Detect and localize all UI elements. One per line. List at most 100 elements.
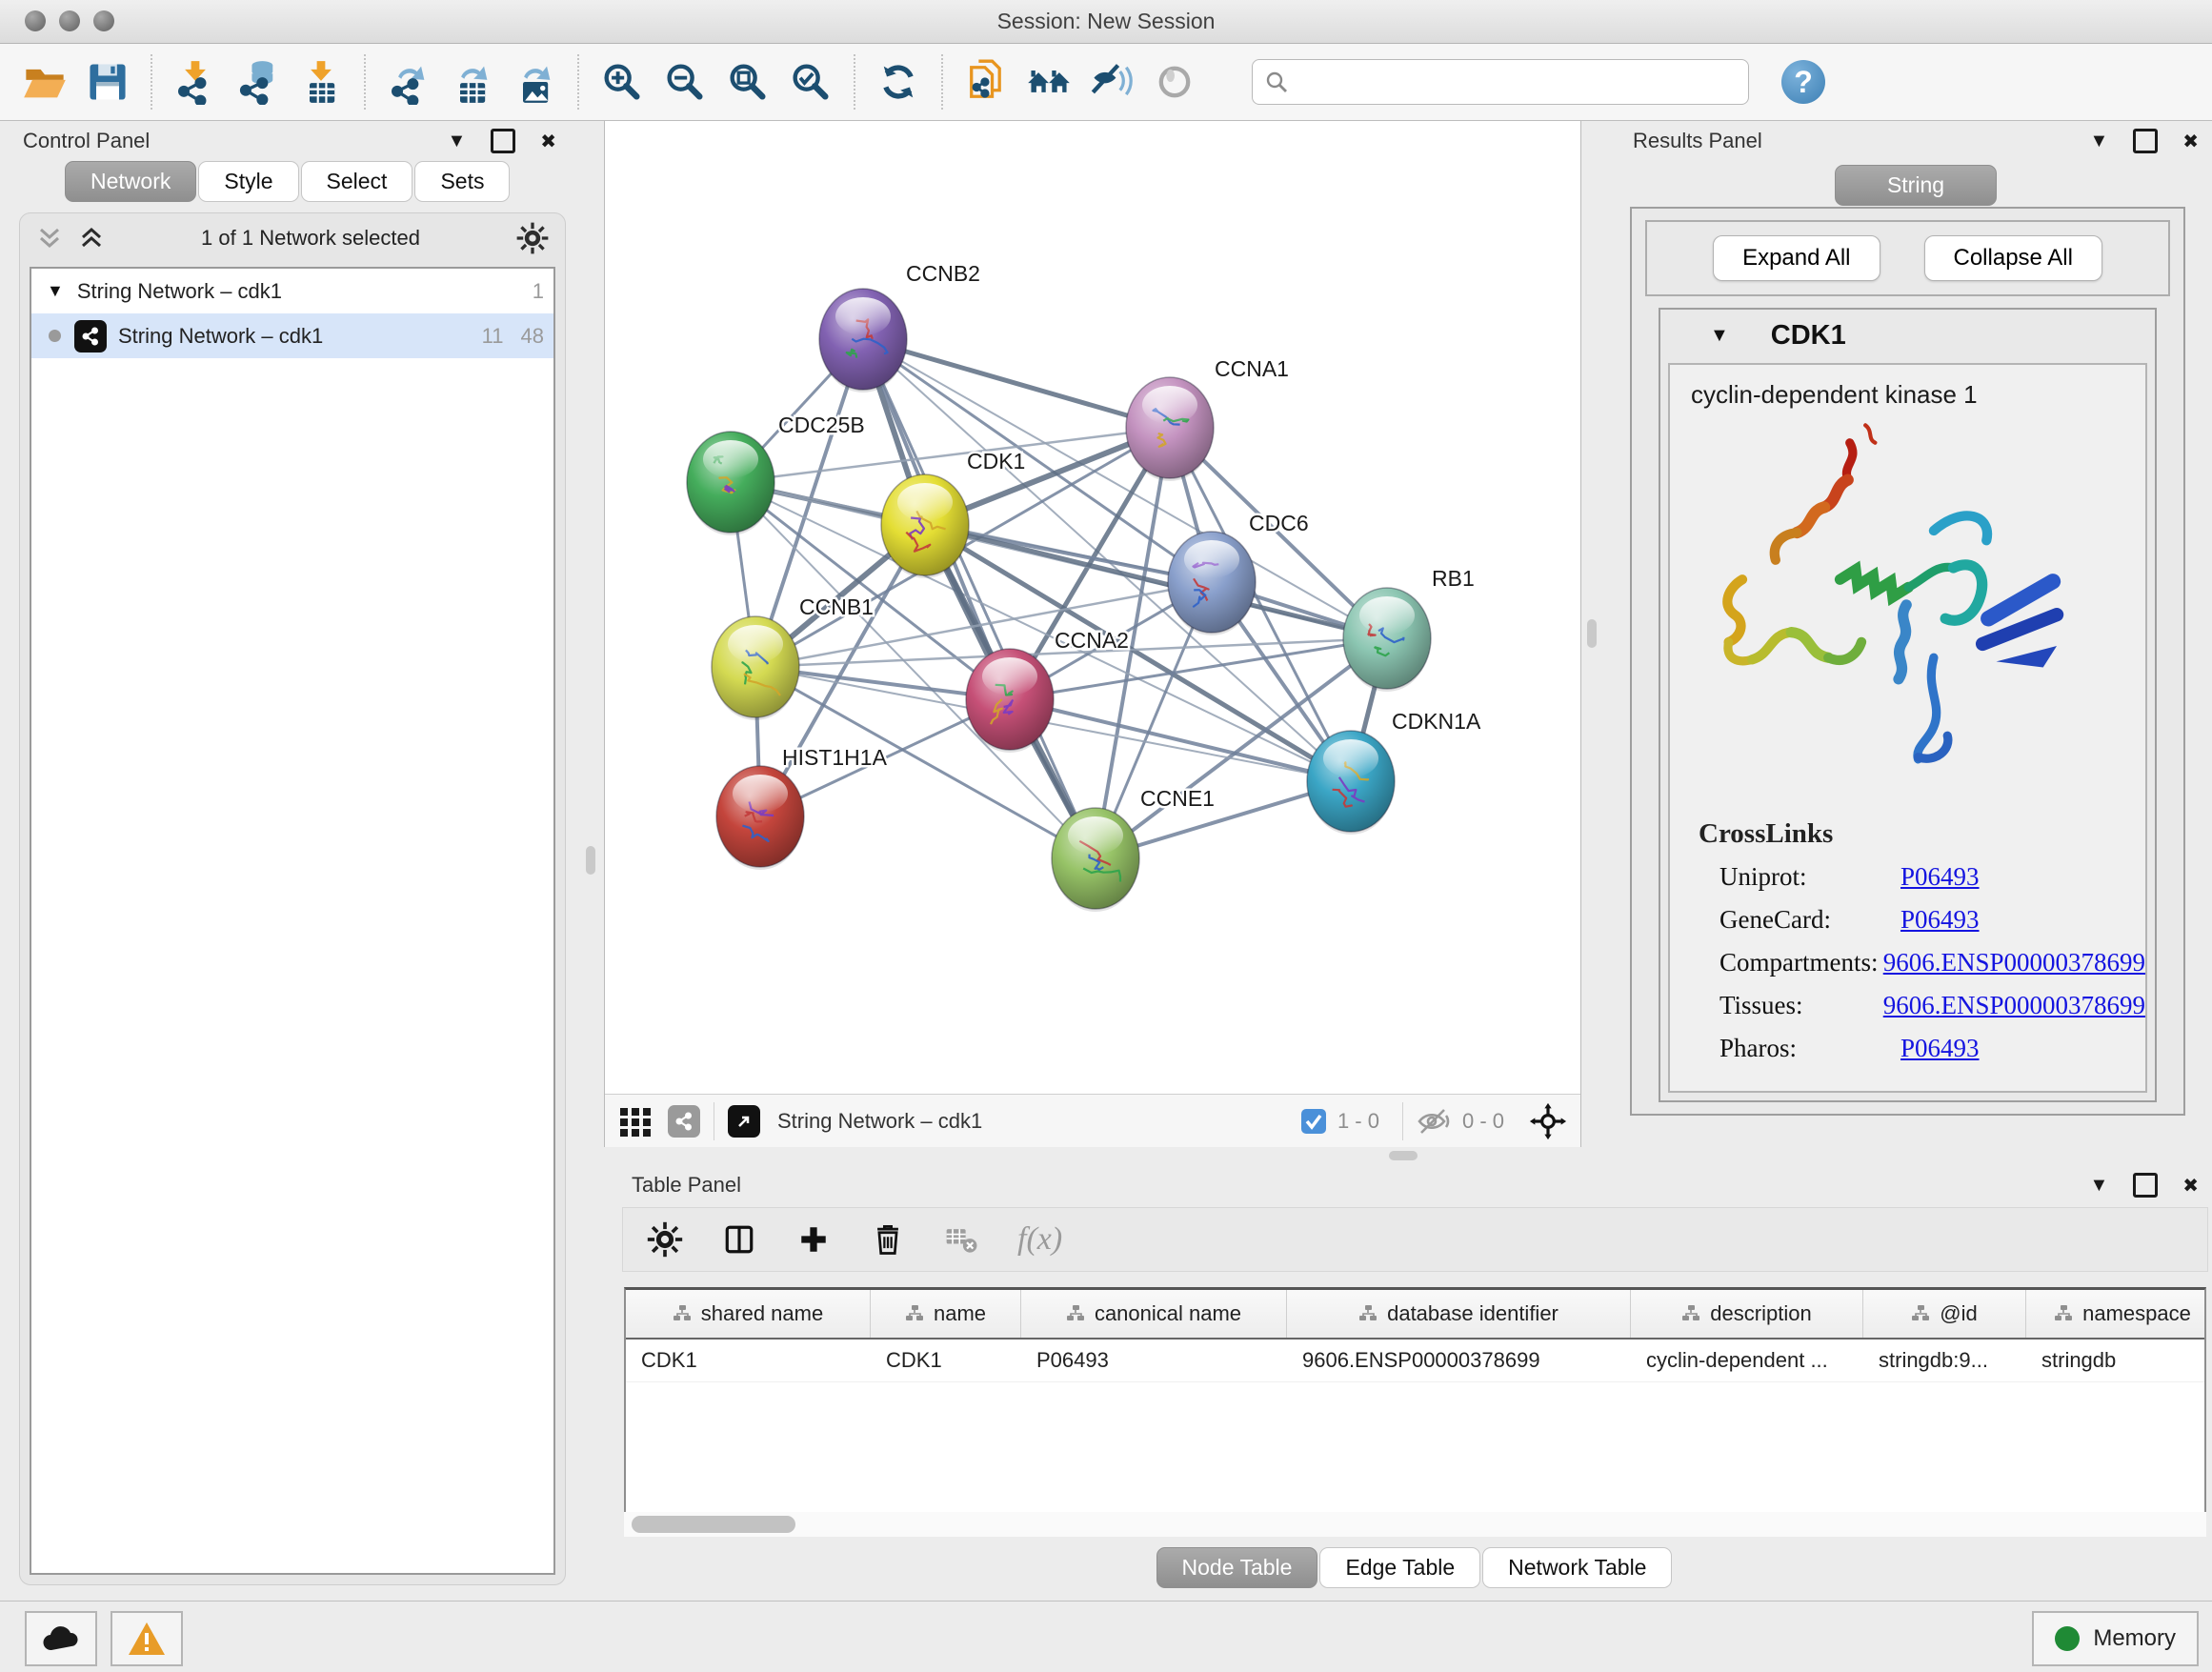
save-session-icon[interactable] — [76, 52, 139, 111]
current-network-title: String Network – cdk1 — [777, 1109, 1299, 1134]
refresh-icon[interactable] — [867, 52, 930, 111]
column-header-namespace[interactable]: namespace — [2026, 1290, 2206, 1338]
splitter-handle[interactable] — [1587, 619, 1597, 648]
crosslink-link[interactable]: P06493 — [1900, 905, 1980, 934]
tab-edge-table[interactable]: Edge Table — [1319, 1547, 1480, 1588]
table-options-gear-icon[interactable] — [646, 1220, 684, 1259]
collapse-panel-icon[interactable]: ▼ — [447, 131, 466, 152]
tab-select[interactable]: Select — [301, 161, 413, 202]
warning-icon[interactable] — [111, 1611, 183, 1666]
network-edge[interactable] — [863, 339, 1096, 858]
open-session-icon[interactable] — [13, 52, 76, 111]
import-network-database-icon[interactable] — [227, 52, 290, 111]
tab-network[interactable]: Network — [65, 161, 196, 202]
add-column-icon[interactable] — [794, 1220, 833, 1259]
tab-sets[interactable]: Sets — [414, 161, 510, 202]
chevron-double-down-icon[interactable] — [35, 224, 64, 252]
tab-string[interactable]: String — [1835, 165, 1997, 206]
table-horizontal-scrollbar[interactable] — [624, 1512, 2206, 1537]
node-table: shared namenamecanonical namedatabase id… — [624, 1287, 2206, 1537]
import-table-file-icon[interactable] — [290, 52, 352, 111]
column-header--id[interactable]: @id — [1863, 1290, 2026, 1338]
show-all-icon[interactable] — [1017, 52, 1080, 111]
network-node-CDC6[interactable]: CDC6 — [1168, 511, 1309, 635]
column-header-name[interactable]: name — [871, 1290, 1021, 1338]
network-edge[interactable] — [863, 339, 1170, 428]
center-crosshair-icon[interactable] — [1529, 1102, 1567, 1140]
memory-status-dot — [2055, 1626, 2080, 1651]
zoom-out-icon[interactable] — [654, 52, 716, 111]
collapse-all-button[interactable]: Collapse All — [1924, 235, 2102, 281]
help-icon[interactable] — [1781, 60, 1825, 104]
chevron-double-up-icon[interactable] — [77, 224, 106, 252]
column-header-canonical-name[interactable]: canonical name — [1021, 1290, 1287, 1338]
zoom-in-icon[interactable] — [591, 52, 654, 111]
table-row[interactable]: CDK1CDK1P064939606.ENSP00000378699cyclin… — [626, 1340, 2204, 1382]
zoom-selected-icon[interactable] — [779, 52, 842, 111]
hidden-eye-icon[interactable] — [1417, 1106, 1453, 1137]
search-input[interactable] — [1289, 69, 1702, 95]
network-view[interactable]: CCNB2CCNA1CDC25BCDK1CDC6RB1CCNB1CCNA2CDK… — [604, 121, 1581, 1147]
expand-all-button[interactable]: Expand All — [1713, 235, 1880, 281]
show-columns-icon[interactable] — [720, 1220, 758, 1259]
crosslink-link[interactable]: 9606.ENSP00000378699 — [1883, 948, 2145, 977]
table-cell: 9606.ENSP00000378699 — [1287, 1340, 1631, 1381]
selection-checkbox-icon[interactable] — [1299, 1107, 1328, 1136]
float-panel-icon[interactable] — [491, 129, 515, 153]
table-body: CDK1CDK1P064939606.ENSP00000378699cyclin… — [626, 1340, 2204, 1382]
crosslink-link[interactable]: P06493 — [1900, 862, 1980, 891]
scrollbar-thumb[interactable] — [632, 1516, 795, 1533]
toggle-view-icon[interactable] — [1143, 52, 1206, 111]
close-panel-icon[interactable]: ✖ — [540, 130, 556, 153]
column-header-description[interactable]: description — [1631, 1290, 1863, 1338]
network-node-CCNE1[interactable]: CCNE1 — [1052, 786, 1215, 912]
float-panel-icon[interactable] — [2133, 1173, 2158, 1198]
crosslink-link[interactable]: P06493 — [1900, 1034, 1980, 1062]
close-panel-icon[interactable]: ✖ — [2182, 130, 2199, 153]
network-node-CDKN1A[interactable]: CDKN1A — [1307, 709, 1481, 835]
section-collapse-icon[interactable]: ▼ — [1710, 325, 1729, 347]
column-header-database-identifier[interactable]: database identifier — [1287, 1290, 1631, 1338]
export-network-icon[interactable] — [377, 52, 440, 111]
import-network-file-icon[interactable] — [164, 52, 227, 111]
crosslink-label: GeneCard: — [1719, 905, 1900, 935]
clone-network-icon[interactable] — [955, 52, 1017, 111]
hide-selected-icon[interactable] — [1080, 52, 1143, 111]
float-panel-icon[interactable] — [2133, 129, 2158, 153]
collapse-panel-icon[interactable]: ▼ — [2089, 131, 2108, 152]
string-results-box: Expand All Collapse All ▼ CDK1 cyclin-de… — [1630, 207, 2185, 1116]
table-panel: Table Panel ▼ ✖ f(x) shared namenamecano… — [618, 1165, 2212, 1596]
network-tree-row[interactable]: String Network – cdk1 11 48 — [31, 313, 553, 358]
tree-expand-icon[interactable]: ▼ — [47, 281, 64, 301]
network-edge[interactable] — [1010, 699, 1351, 781]
search-icon — [1264, 70, 1289, 94]
splitter-handle[interactable] — [1389, 1151, 1418, 1160]
cloud-icon[interactable] — [25, 1611, 97, 1666]
network-node-RB1[interactable]: RB1 — [1343, 566, 1475, 692]
close-panel-icon[interactable]: ✖ — [2182, 1174, 2199, 1198]
column-header-shared-name[interactable]: shared name — [626, 1290, 871, 1338]
delete-column-icon[interactable] — [869, 1220, 907, 1259]
collection-count: 1 — [533, 279, 544, 304]
tab-style[interactable]: Style — [198, 161, 298, 202]
collapse-panel-icon[interactable]: ▼ — [2089, 1175, 2108, 1197]
export-table-icon[interactable] — [440, 52, 503, 111]
network-node-CDK1[interactable]: CDK1 — [881, 449, 1025, 578]
crosslink-link[interactable]: 9606.ENSP00000378699 — [1883, 991, 2145, 1019]
splitter-handle[interactable] — [586, 846, 595, 875]
network-canvas[interactable]: CCNB2CCNA1CDC25BCDK1CDC6RB1CCNB1CCNA2CDK… — [605, 121, 1580, 1093]
results-panel-title: Results Panel — [1633, 129, 1762, 153]
open-in-new-icon[interactable] — [728, 1105, 760, 1138]
memory-button[interactable]: Memory — [2032, 1611, 2199, 1666]
zoom-fit-icon[interactable] — [716, 52, 779, 111]
export-image-icon[interactable] — [503, 52, 566, 111]
network-status-dot — [49, 330, 61, 342]
network-tree-root-row[interactable]: ▼ String Network – cdk1 1 — [31, 269, 553, 313]
birdseye-grid-icon[interactable] — [618, 1104, 653, 1138]
network-node-HIST1H1A[interactable]: HIST1H1A — [716, 745, 888, 870]
share-network-icon[interactable] — [668, 1105, 700, 1138]
tab-network-table[interactable]: Network Table — [1482, 1547, 1672, 1588]
network-options-gear-icon[interactable] — [515, 221, 550, 255]
network-node-label: CCNB2 — [906, 261, 980, 286]
tab-node-table[interactable]: Node Table — [1156, 1547, 1318, 1588]
